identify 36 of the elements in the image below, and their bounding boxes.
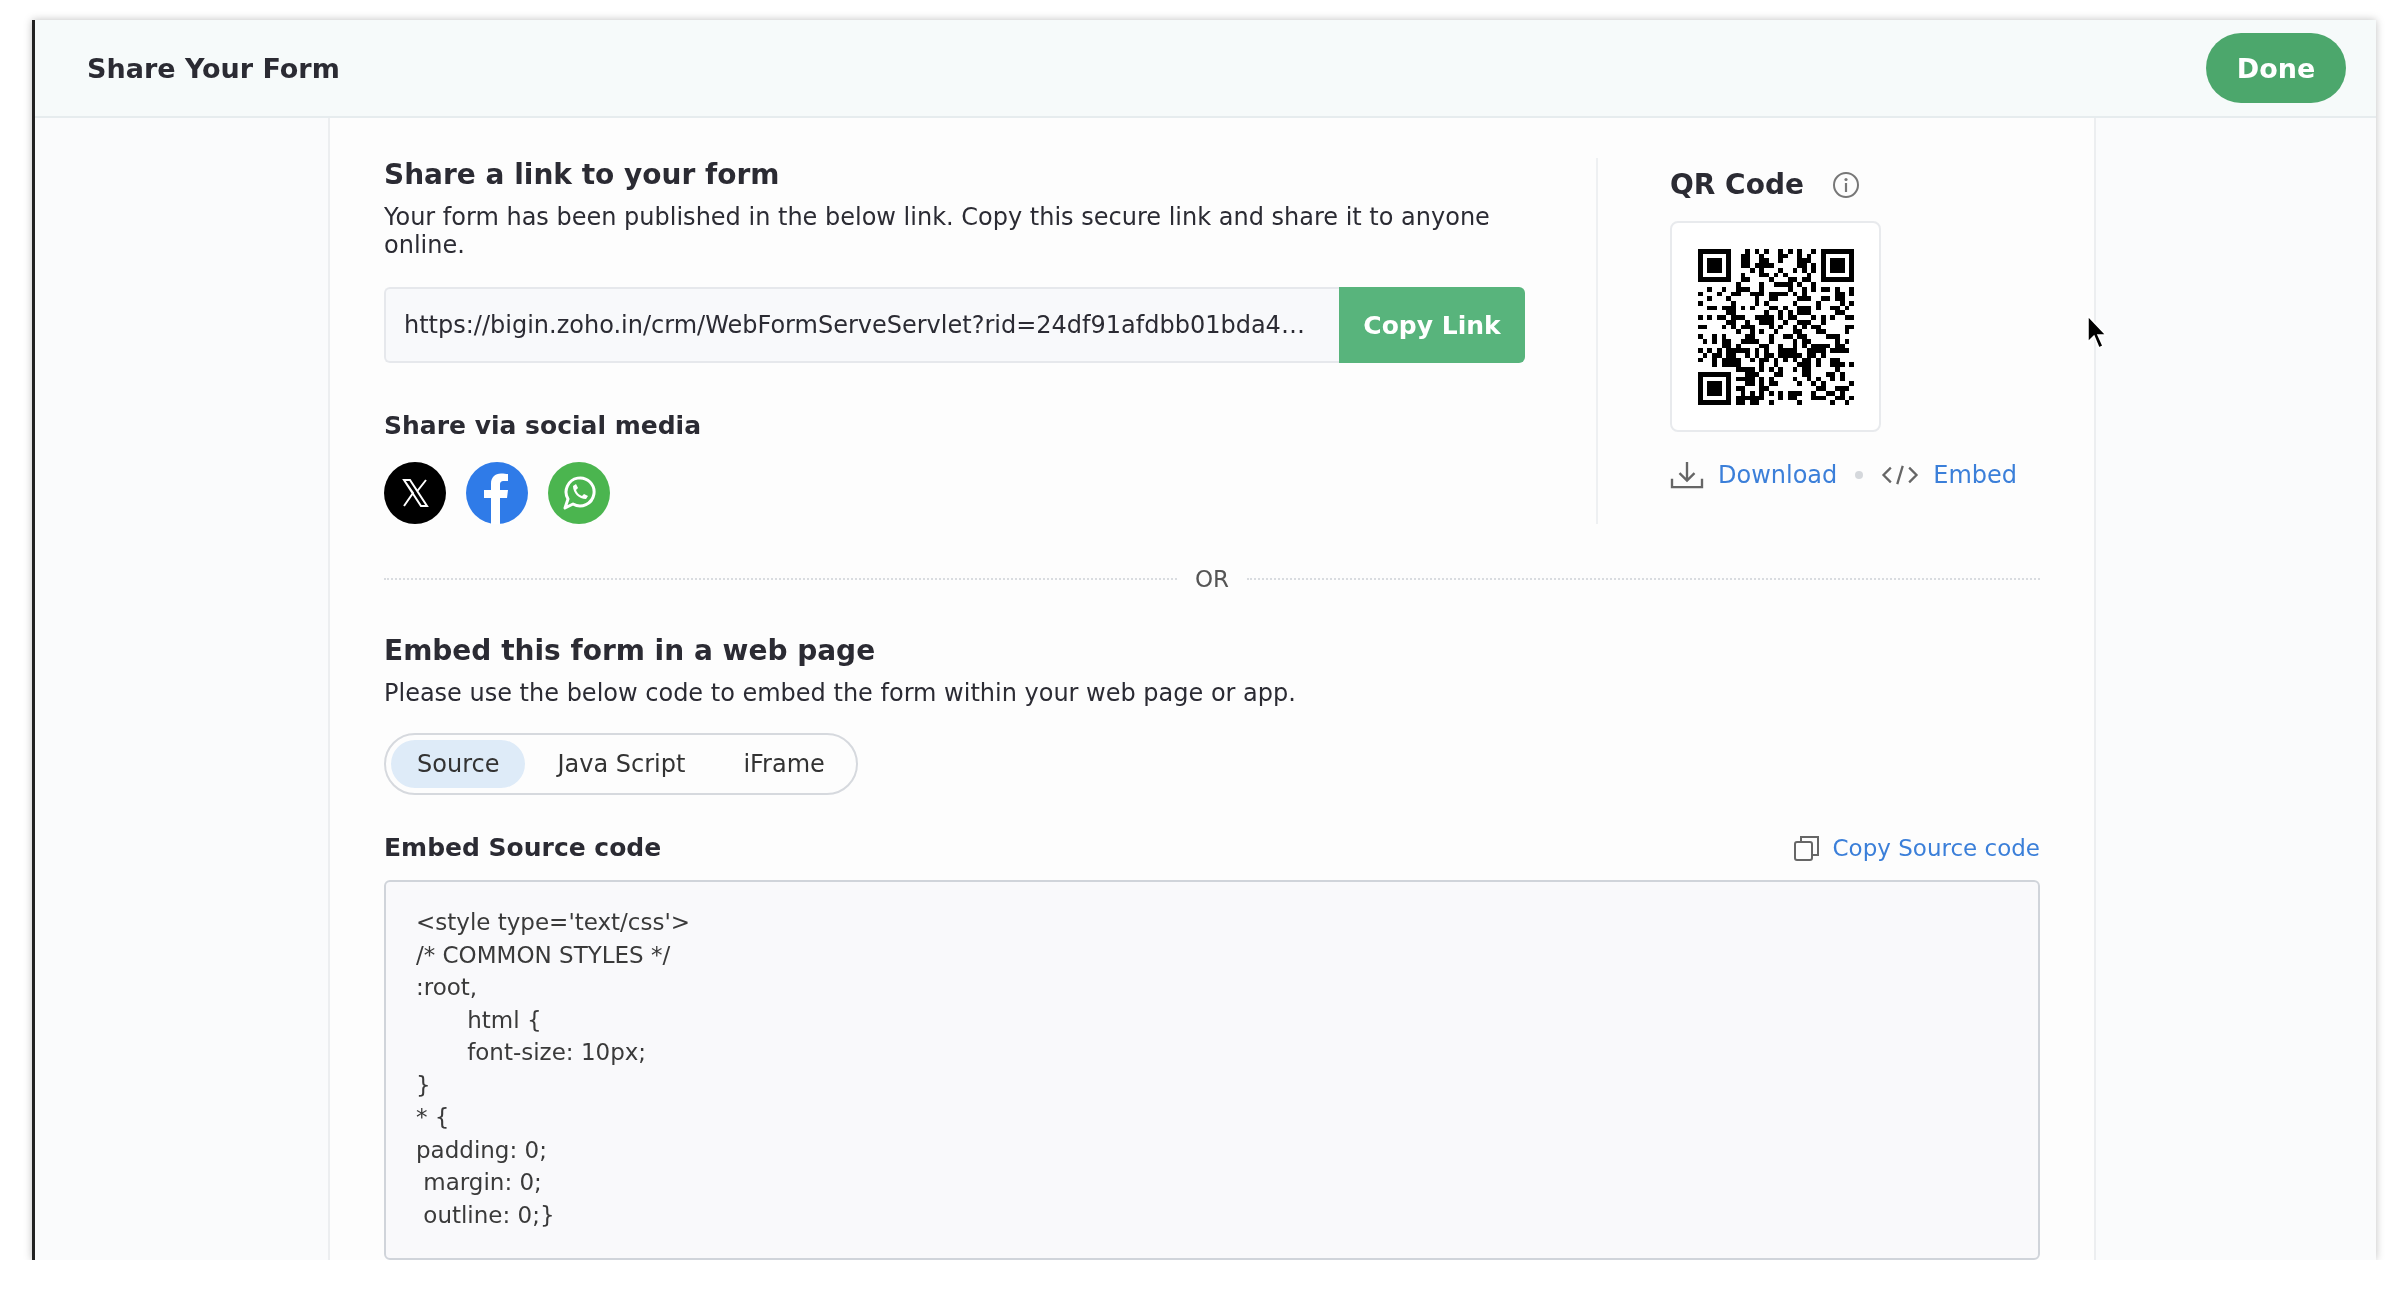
tab[interactable]: iFrame: [717, 740, 851, 788]
code-line: outline: 0;}: [422, 1200, 556, 1230]
copy-link-button[interactable]: Copy Link: [1339, 287, 1525, 363]
tab[interactable]: Java Script: [531, 740, 712, 788]
code-line: /* COMMON STYLES */: [416, 940, 672, 970]
section-heading: Embed this form in a web page: [384, 634, 877, 667]
section-heading: Share a link to your form: [384, 158, 781, 191]
code-line: font-size: 10px;: [466, 1038, 648, 1067]
or-label: OR: [1194, 566, 1230, 592]
separator-dot: [1855, 471, 1864, 479]
dialog-title: Share Your Form: [87, 52, 340, 84]
code-line: }: [416, 1070, 432, 1100]
done-button[interactable]: Done: [2206, 33, 2346, 103]
download-icon[interactable]: [1670, 460, 1704, 490]
copy-icon[interactable]: [1792, 833, 1821, 862]
embed-link[interactable]: Embed: [1933, 461, 2018, 489]
x-icon[interactable]: [384, 462, 446, 524]
qr-heading: QR Code: [1670, 168, 1804, 201]
copy-source-code-link[interactable]: Copy Source code: [1832, 834, 2040, 861]
link-field[interactable]: https://bigin.zoho.in/crm/WebFormServeServlet?rid=24df91afdbb01bda4…: [384, 287, 1339, 363]
code-line: :root,: [416, 973, 479, 1002]
info-icon[interactable]: [1831, 170, 1860, 199]
code-icon[interactable]: [1881, 464, 1920, 486]
tab[interactable]: Source: [391, 740, 526, 788]
code-line: padding: 0;: [416, 1135, 548, 1165]
code-line: <style type='text/css'>: [416, 908, 692, 937]
whatsapp-icon[interactable]: [548, 462, 610, 524]
code-heading: Embed Source code: [384, 833, 662, 862]
code-line: margin: 0;: [422, 1168, 543, 1197]
download-link[interactable]: Download: [1718, 461, 1838, 489]
facebook-icon[interactable]: [466, 462, 528, 524]
social-heading: Share via social media: [384, 411, 703, 440]
code-line: html {: [466, 1005, 543, 1035]
section-description: Please use the below code to embed the form within your web page or app.: [384, 679, 1297, 707]
code-line: * {: [416, 1103, 451, 1132]
section-description: Your form has been published in the below link. Copy this secure link and share it to anyone online.: [384, 203, 1491, 259]
